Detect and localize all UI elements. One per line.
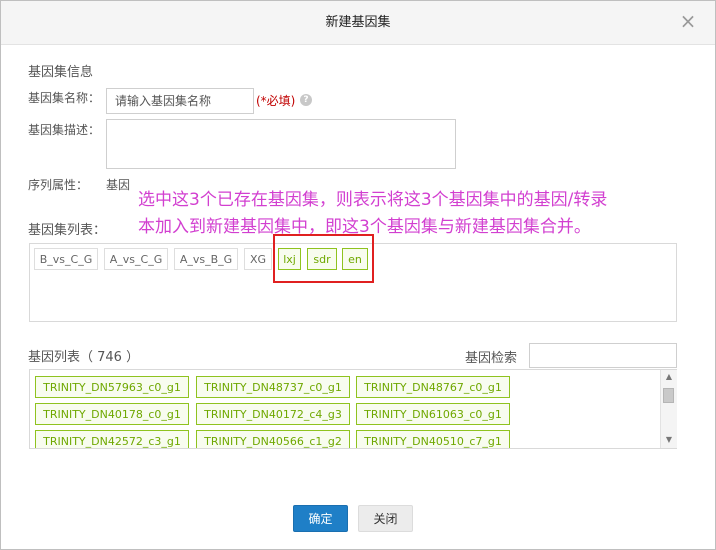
gene-set-chip[interactable]: XG [244, 248, 272, 270]
required-hint: (*必填) [256, 94, 296, 108]
close-icon[interactable]: × [679, 10, 697, 32]
gene-set-chip[interactable]: B_vs_C_G [34, 248, 98, 270]
dialog-title: 新建基因集 [325, 15, 391, 30]
gene-chip[interactable]: TRINITY_DN40510_c7_g1 [356, 430, 510, 448]
gene-list-label: 基因列表（ 746 ） [28, 350, 140, 365]
gene-set-description-field[interactable] [106, 119, 456, 169]
annotation-note: 选中这3个已存在基因集，则表示将这3个基因集中的基因/转录 本加入到新建基因集中… [138, 187, 716, 241]
gene-set-name-input[interactable] [106, 88, 254, 114]
gene-search-input[interactable] [529, 343, 677, 368]
info-section-heading: 基因集信息 [28, 65, 94, 80]
sequence-attribute-value: 基因 [106, 178, 131, 192]
gene-list-scrollbar[interactable]: ▲ ▼ [660, 370, 677, 448]
scroll-up-icon[interactable]: ▲ [661, 371, 677, 383]
gene-chip[interactable]: TRINITY_DN57963_c0_g1 [35, 376, 189, 398]
confirm-button[interactable]: 确定 [293, 505, 348, 532]
sequence-attribute-label: 序列属性： [28, 178, 89, 192]
scroll-down-icon[interactable]: ▼ [661, 434, 677, 446]
annotation-line-2: 本加入到新建基因集中，即这3个基因集与新建基因集合并。 [138, 217, 591, 237]
description-label: 基因集描述： [28, 123, 101, 137]
name-label: 基因集名称： [28, 91, 101, 105]
gene-chip[interactable]: TRINITY_DN48737_c0_g1 [196, 376, 350, 398]
annotation-line-1: 选中这3个已存在基因集，则表示将这3个基因集中的基因/转录 [138, 190, 608, 210]
selection-highlight-box [273, 234, 374, 283]
gene-chip[interactable]: TRINITY_DN40566_c1_g2 [196, 430, 350, 448]
gene-set-list-label: 基因集列表： [28, 223, 107, 238]
gene-chip[interactable]: TRINITY_DN61063_c0_g1 [356, 403, 510, 425]
gene-chip[interactable]: TRINITY_DN48767_c0_g1 [356, 376, 510, 398]
gene-set-chip[interactable]: A_vs_C_G [104, 248, 168, 270]
gene-list[interactable]: TRINITY_DN57963_c0_g1 TRINITY_DN48737_c0… [29, 369, 677, 449]
scroll-thumb[interactable] [663, 388, 674, 403]
help-icon[interactable]: ? [300, 94, 312, 106]
gene-set-chip[interactable]: A_vs_B_G [174, 248, 238, 270]
gene-chip[interactable]: TRINITY_DN40178_c0_g1 [35, 403, 189, 425]
close-button[interactable]: 关闭 [358, 505, 413, 532]
gene-chip[interactable]: TRINITY_DN40172_c4_g3 [196, 403, 350, 425]
gene-search-label: 基因检索 [465, 351, 518, 366]
new-gene-set-dialog: 新建基因集 × 基因集信息 基因集名称： (*必填) ? 基因集描述： 序列属性… [0, 0, 716, 550]
gene-chip[interactable]: TRINITY_DN42572_c3_g1 [35, 430, 189, 448]
